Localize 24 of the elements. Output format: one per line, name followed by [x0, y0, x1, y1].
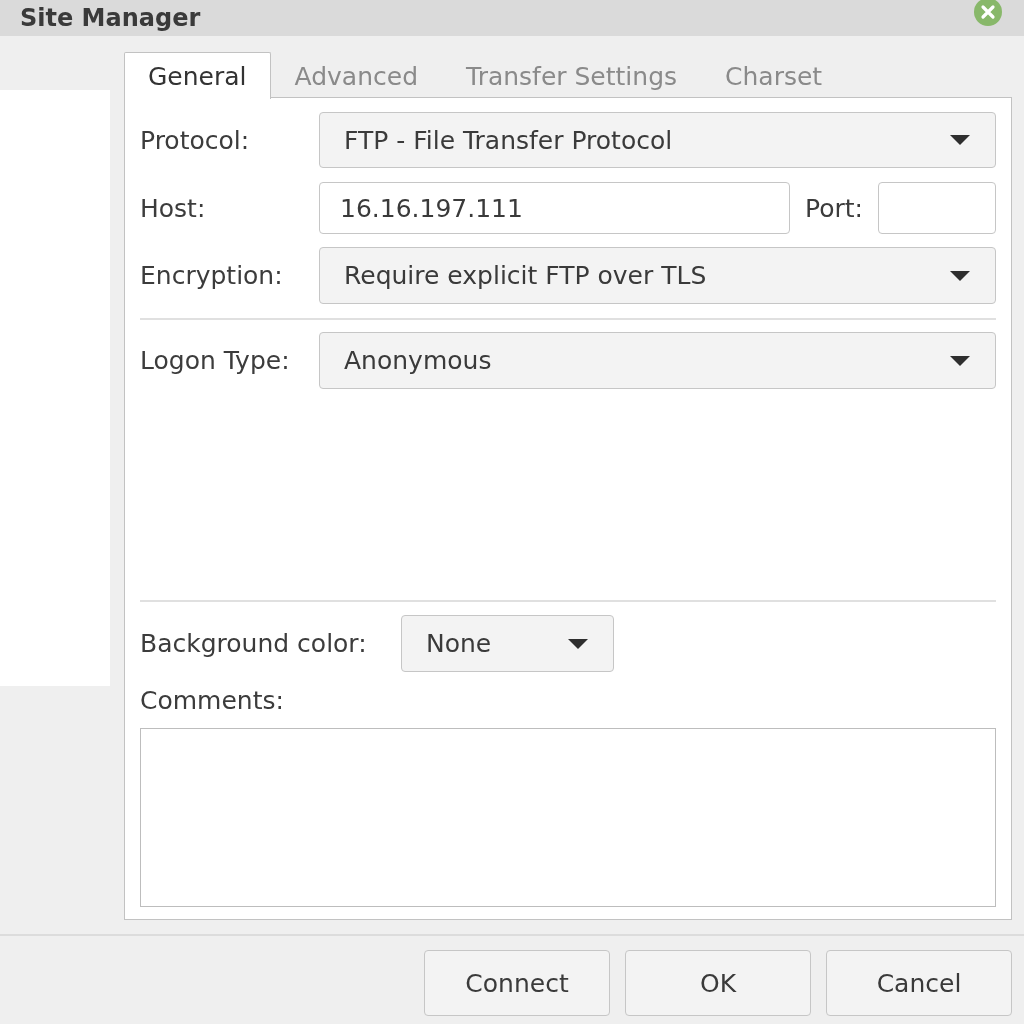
logon-type-dropdown[interactable]: Anonymous [319, 332, 996, 389]
port-field[interactable] [878, 182, 996, 234]
background-color-label: Background color: [140, 629, 368, 658]
encryption-label: Encryption: [140, 261, 284, 290]
port-label: Port: [805, 193, 863, 223]
caret-icon [568, 638, 588, 649]
logon-type-label: Logon Type: [140, 346, 291, 375]
background-color-dropdown[interactable]: None [401, 615, 614, 672]
dialog-button[interactable]: Cancel [826, 950, 1012, 1016]
protocol-dropdown[interactable]: FTP - File Transfer Protocol [319, 112, 996, 168]
host-label: Host: [140, 193, 207, 223]
dialog-button[interactable]: OK [625, 950, 811, 1016]
encryption-dropdown[interactable]: Require explicit FTP over TLS [319, 247, 996, 304]
caret-icon [950, 135, 970, 145]
caret-icon [950, 355, 970, 366]
tab[interactable]: General [124, 52, 271, 99]
comments-label: Comments: [140, 686, 284, 716]
window-title: Site Manager [20, 3, 201, 33]
close-icon[interactable] [974, 0, 1002, 26]
caret-icon [950, 270, 970, 281]
host-field[interactable]: 16.16.197.111 [319, 182, 790, 234]
protocol-label: Protocol: [140, 125, 251, 155]
dialog-button[interactable]: Connect [424, 950, 610, 1016]
comments-field[interactable] [140, 728, 996, 907]
